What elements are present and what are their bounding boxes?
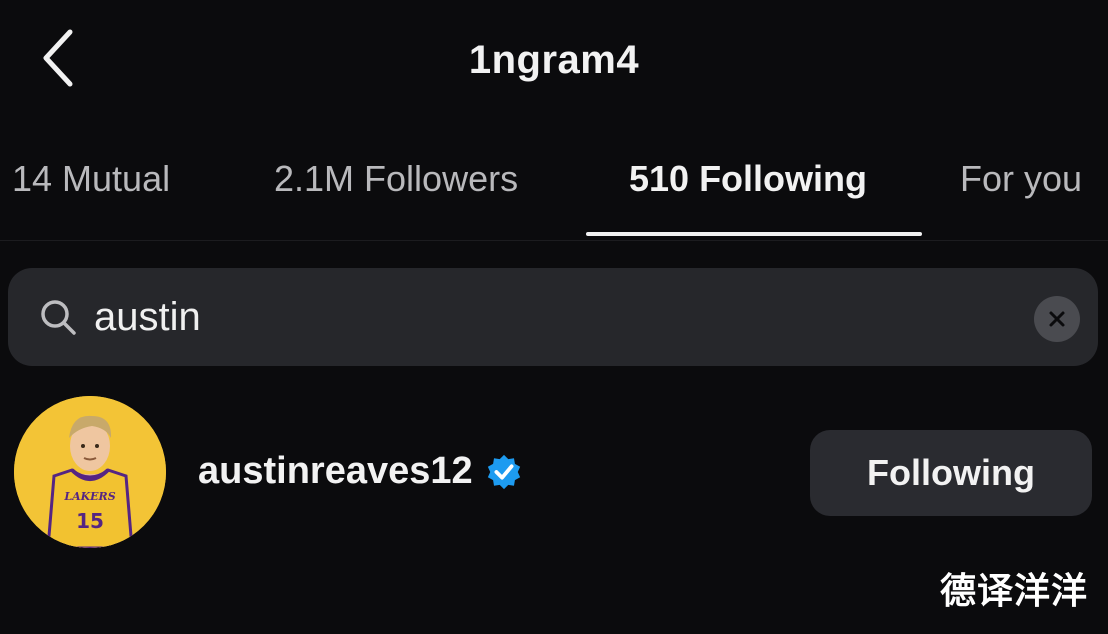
search-input[interactable] bbox=[94, 288, 994, 346]
tab-followers[interactable]: 2.1M Followers bbox=[274, 158, 518, 200]
jersey-number: 15 bbox=[76, 509, 104, 533]
tab-mutual[interactable]: 14 Mutual bbox=[12, 158, 170, 200]
screen: 1ngram4 14 Mutual 2.1M Followers 510 Fol… bbox=[0, 0, 1108, 634]
verified-badge-icon bbox=[487, 454, 520, 489]
following-button[interactable]: Following bbox=[810, 430, 1092, 516]
player-illustration: LAKERS 15 bbox=[14, 396, 166, 548]
header: 1ngram4 bbox=[0, 0, 1108, 130]
tab-bar: 14 Mutual 2.1M Followers 510 Following F… bbox=[0, 140, 1108, 241]
clear-search-button[interactable] bbox=[1034, 296, 1080, 342]
tab-for-you[interactable]: For you bbox=[960, 158, 1082, 200]
active-tab-indicator bbox=[586, 232, 922, 236]
watermark: 德译洋洋 bbox=[939, 571, 1088, 612]
search-bar bbox=[8, 268, 1098, 366]
username-group: austinreaves12 bbox=[198, 450, 523, 493]
page-title: 1ngram4 bbox=[468, 38, 640, 82]
username[interactable]: austinreaves12 bbox=[198, 450, 473, 493]
list-item[interactable]: LAKERS 15 austinreaves12 Following bbox=[0, 390, 1108, 560]
jersey-text: LAKERS bbox=[63, 490, 115, 503]
tab-following[interactable]: 510 Following bbox=[629, 158, 867, 200]
search-icon bbox=[41, 300, 76, 335]
close-icon bbox=[1049, 311, 1065, 327]
avatar[interactable]: LAKERS 15 bbox=[14, 396, 166, 548]
